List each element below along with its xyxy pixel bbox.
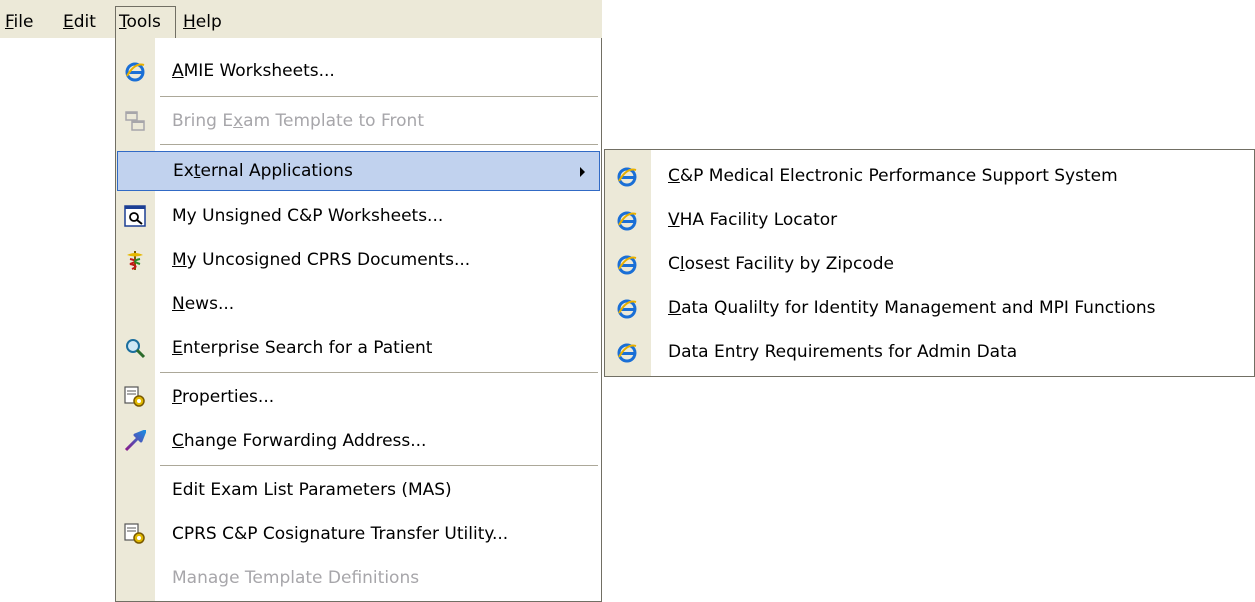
menu-edit[interactable]: Edit (60, 8, 99, 38)
label-pre: CPRS C&P Cosignature Transfer Utility... (172, 524, 509, 544)
submenu-item-vha-facility-locator[interactable]: VHA Facility Locator (605, 198, 1254, 242)
window-tile-icon (125, 111, 145, 131)
menu-item-external-applications[interactable]: External Applications (117, 151, 600, 191)
menu-item-bring-exam-template-to-front: Bring Exam Template to Front (116, 101, 601, 141)
ie-icon (617, 343, 637, 363)
label-text: ews... (184, 294, 235, 314)
menu-tools[interactable]: Tools (115, 6, 176, 39)
menu-item-my-uncosigned-cprs-documents[interactable]: My Uncosigned CPRS Documents... (116, 240, 601, 280)
document-search-icon (124, 205, 146, 227)
menu-separator (160, 96, 598, 97)
submenu-item-closest-facility-by-zipcode[interactable]: Closest Facility by Zipcode (605, 242, 1254, 286)
menu-item-news[interactable]: News... (116, 284, 601, 324)
ie-icon (617, 299, 637, 319)
menu-tools-label: ools (126, 12, 161, 32)
label-text: roperties... (181, 387, 275, 407)
ie-icon (617, 255, 637, 275)
submenu-arrow-icon (580, 167, 585, 177)
menu-separator (160, 144, 598, 145)
label-text: &P Medical Electronic Performance Suppor… (679, 166, 1118, 186)
label-text: y Uncosigned CPRS Documents... (186, 250, 471, 270)
menu-help-mnemonic: H (183, 12, 196, 32)
label-pre: C (668, 254, 680, 274)
label-mnemonic: x (233, 111, 244, 131)
menu-help[interactable]: Help (180, 8, 225, 38)
ie-icon (617, 167, 637, 187)
label-text: am Template to Front (243, 111, 424, 131)
ie-icon (617, 211, 637, 231)
menu-tools-mnemonic: T (119, 12, 127, 32)
menu-item-properties[interactable]: Properties... (116, 377, 601, 417)
label-mnemonic: C (668, 166, 680, 186)
properties-gear-icon (124, 386, 145, 407)
submenu-item-data-entry-requirements[interactable]: Data Entry Requirements for Admin Data (605, 330, 1254, 374)
menu-file[interactable]: File (2, 8, 36, 38)
label-mnemonic: P (172, 387, 182, 407)
label-text: MIE Worksheets... (183, 61, 335, 81)
label-pre: Ex (173, 161, 194, 181)
menu-separator (160, 465, 598, 466)
menu-item-manage-template-definitions: Manage Template Definitions (116, 558, 601, 598)
label-mnemonic: E (172, 338, 183, 358)
label-text: HA Facility Locator (679, 210, 838, 230)
label-text: ata Qualilty for Identity Management and… (681, 298, 1156, 318)
label-text: nterprise Search for a Patient (182, 338, 433, 358)
menu-separator (160, 372, 598, 373)
label-text: hange Forwarding Address... (183, 431, 427, 451)
external-applications-submenu: C&P Medical Electronic Performance Suppo… (604, 149, 1255, 377)
menu-item-amie-worksheets[interactable]: AMIE Worksheets... (116, 51, 601, 91)
menu-item-my-unsigned-worksheets[interactable]: My Unsigned C&P Worksheets... (116, 196, 601, 236)
submenu-item-cp-medical-epss[interactable]: C&P Medical Electronic Performance Suppo… (605, 154, 1254, 198)
label-text: ernal Applications (200, 161, 353, 181)
menu-item-edit-exam-list-parameters[interactable]: Edit Exam List Parameters (MAS) (116, 470, 601, 510)
label-pre: Bring E (172, 111, 234, 131)
label-pre: My Unsigned C&P Worksheets... (172, 206, 444, 226)
label-mnemonic: C (172, 431, 184, 451)
menu-item-change-forwarding-address[interactable]: Change Forwarding Address... (116, 421, 601, 461)
menu-bar: File Edit Tools Help (0, 0, 602, 39)
label-pre: Edit Exam List Parameters (MAS) (172, 480, 452, 500)
submenu-item-data-quality-identity-management[interactable]: Data Qualilty for Identity Management an… (605, 286, 1254, 330)
menu-edit-mnemonic: E (63, 12, 74, 32)
label-pre: Manage Template Definitions (172, 568, 420, 588)
tools-dropdown-menu: AMIE Worksheets... Bring Exam Template t… (115, 38, 602, 602)
label-mnemonic: A (172, 61, 184, 81)
menu-file-label: ile (13, 12, 34, 32)
menu-edit-label: dit (73, 12, 96, 32)
forward-arrow-icon (124, 430, 146, 452)
label-mnemonic: M (172, 250, 187, 270)
magnifier-icon (126, 339, 146, 359)
menu-item-enterprise-search[interactable]: Enterprise Search for a Patient (116, 328, 601, 368)
menu-file-mnemonic: F (5, 12, 14, 32)
properties-gear-icon (124, 523, 145, 544)
label-mnemonic: D (668, 298, 682, 318)
label-text: osest Facility by Zipcode (684, 254, 894, 274)
caduceus-icon (127, 251, 143, 270)
menu-help-label: elp (195, 12, 222, 32)
label-mnemonic: V (668, 210, 680, 230)
label-pre: Data Entry Requirements for Admin Data (668, 342, 1018, 362)
menu-item-cosignature-transfer-utility[interactable]: CPRS C&P Cosignature Transfer Utility... (116, 514, 601, 554)
ie-icon (125, 62, 145, 82)
label-mnemonic: N (172, 294, 185, 314)
